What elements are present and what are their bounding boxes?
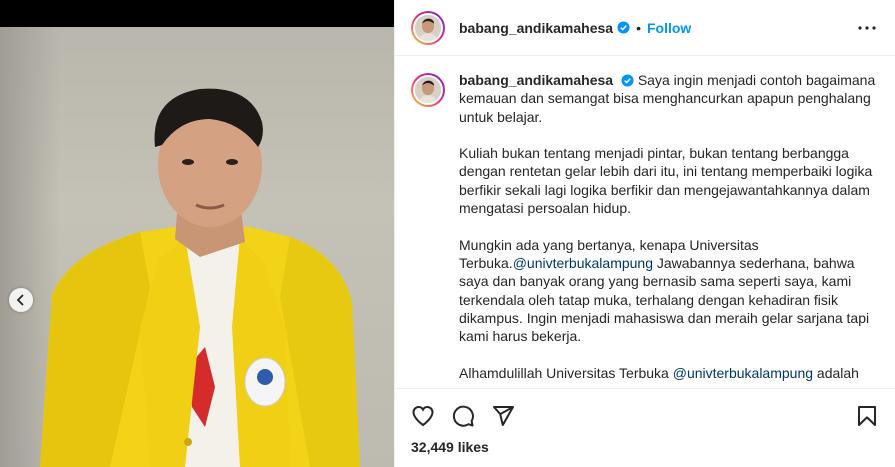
comment-button[interactable]	[451, 404, 475, 428]
bookmark-icon	[858, 405, 876, 426]
follow-button[interactable]: Follow	[647, 20, 691, 36]
likes-count[interactable]: 32,449 likes	[411, 439, 879, 455]
action-bar	[411, 389, 879, 442]
post-header: babang_andikamahesa • Follow	[395, 0, 895, 56]
more-options-button[interactable]	[855, 16, 879, 40]
heart-icon	[412, 405, 434, 426]
separator-dot: •	[636, 19, 641, 36]
caption-paragraph-4: Alhamdulillah Universitas Terbuka @univt…	[459, 364, 879, 382]
avatar[interactable]	[411, 10, 445, 45]
previous-slide-button[interactable]	[9, 288, 33, 312]
caption-paragraph-2: Kuliah bukan tentang menjadi pintar, buk…	[459, 145, 873, 217]
mention-link[interactable]: @univterbukalampung	[673, 365, 813, 381]
caption-text-4b: adalah	[813, 364, 859, 381]
like-button[interactable]	[411, 404, 435, 428]
caption-text: babang_andikamahesa Saya ingin menjadi c…	[459, 71, 879, 387]
actions-area: 32,449 likes	[395, 388, 895, 455]
avatar-image	[415, 14, 441, 41]
avatar-image	[415, 77, 441, 103]
verified-badge-icon	[617, 21, 630, 34]
caption-username[interactable]: babang_andikamahesa	[459, 72, 613, 88]
post-photo[interactable]	[0, 27, 394, 467]
post-side-panel: babang_andikamahesa • Follow babang_andi…	[394, 0, 895, 467]
mention-link[interactable]: @univterbukalampung	[513, 255, 653, 271]
share-button[interactable]	[491, 404, 515, 428]
comment-icon	[452, 405, 474, 427]
caption-paragraph-1: babang_andikamahesa Saya ingin menjadi c…	[459, 71, 879, 126]
caption-avatar[interactable]	[411, 73, 445, 107]
verified-badge-icon	[621, 74, 634, 87]
post-media	[0, 0, 394, 467]
caption-paragraph-3: Mungkin ada yang bertanya, kenapa Univer…	[459, 236, 879, 346]
caption-row: babang_andikamahesa Saya ingin menjadi c…	[411, 71, 879, 387]
caption-area: babang_andikamahesa Saya ingin menjadi c…	[395, 57, 895, 387]
person-illustration	[40, 88, 360, 467]
chevron-left-icon	[16, 294, 24, 306]
caption-text-4a: Alhamdulillah Universitas Terbuka	[459, 364, 673, 381]
more-options-icon	[858, 25, 876, 30]
save-button[interactable]	[855, 404, 879, 428]
share-icon	[493, 405, 514, 426]
post-username[interactable]: babang_andikamahesa	[459, 20, 613, 36]
